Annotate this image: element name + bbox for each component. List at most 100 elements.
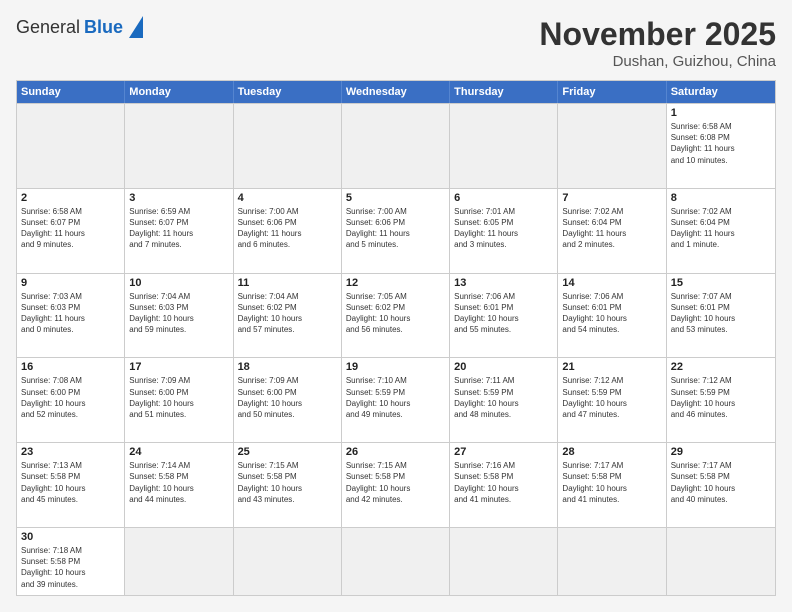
- day-number: 21: [562, 361, 661, 373]
- calendar-cell-5: 5 Sunrise: 7:00 AM Sunset: 6:06 PM Daylig…: [342, 189, 450, 273]
- day-number: 19: [346, 361, 445, 373]
- logo-triangle-icon: [129, 16, 143, 38]
- calendar-cell-14: 14 Sunrise: 7:06 AM Sunset: 6:01 PM Dayli…: [558, 274, 666, 358]
- calendar-cell-empty: [558, 104, 666, 188]
- weekday-header-thursday: Thursday: [450, 81, 558, 103]
- calendar-cell-22: 22Sunrise: 7:12 AM Sunset: 5:59 PM Dayli…: [667, 358, 775, 442]
- day-info: Sunrise: 7:06 AM Sunset: 6:01 PM Dayligh…: [454, 291, 553, 336]
- calendar-cell-empty: [234, 528, 342, 595]
- weekday-header-wednesday: Wednesday: [342, 81, 450, 103]
- calendar-cell-11: 11 Sunrise: 7:04 AM Sunset: 6:02 PM Dayli…: [234, 274, 342, 358]
- day-number: 5: [346, 192, 445, 204]
- day-number: 18: [238, 361, 337, 373]
- weekday-header-tuesday: Tuesday: [234, 81, 342, 103]
- calendar-week-5: 23 Sunrise: 7:13 AM Sunset: 5:58 PM Dayli…: [17, 442, 775, 527]
- calendar-cell-empty: [234, 104, 342, 188]
- weekday-header-friday: Friday: [558, 81, 666, 103]
- day-number: 2: [21, 192, 120, 204]
- calendar-week-1: 1Sunrise: 6:58 AM Sunset: 6:08 PM Daylig…: [17, 103, 775, 188]
- calendar-cell-empty: [17, 104, 125, 188]
- calendar-week-6: 30Sunrise: 7:18 AM Sunset: 5:58 PM Dayli…: [17, 527, 775, 595]
- calendar-cell-24: 24Sunrise: 7:14 AM Sunset: 5:58 PM Dayli…: [125, 443, 233, 527]
- day-info: Sunrise: 7:07 AM Sunset: 6:01 PM Dayligh…: [671, 291, 771, 336]
- day-number: 15: [671, 277, 771, 289]
- day-number: 10: [129, 277, 228, 289]
- day-number: 29: [671, 446, 771, 458]
- day-info: Sunrise: 7:04 AM Sunset: 6:03 PM Dayligh…: [129, 291, 228, 336]
- calendar-cell-empty: [450, 528, 558, 595]
- calendar-cell-13: 13 Sunrise: 7:06 AM Sunset: 6:01 PM Dayli…: [450, 274, 558, 358]
- day-info: Sunrise: 7:11 AM Sunset: 5:59 PM Dayligh…: [454, 375, 553, 420]
- day-number: 7: [562, 192, 661, 204]
- calendar-cell-21: 21Sunrise: 7:12 AM Sunset: 5:59 PM Dayli…: [558, 358, 666, 442]
- logo: General Blue: [16, 16, 143, 38]
- day-info: Sunrise: 7:06 AM Sunset: 6:01 PM Dayligh…: [562, 291, 661, 336]
- calendar-cell-29: 29Sunrise: 7:17 AM Sunset: 5:58 PM Dayli…: [667, 443, 775, 527]
- weekday-header-sunday: Sunday: [17, 81, 125, 103]
- day-number: 23: [21, 446, 120, 458]
- calendar-cell-20: 20 Sunrise: 7:11 AM Sunset: 5:59 PM Dayli…: [450, 358, 558, 442]
- day-info: Sunrise: 7:10 AM Sunset: 5:59 PM Dayligh…: [346, 375, 445, 420]
- calendar-cell-12: 12Sunrise: 7:05 AM Sunset: 6:02 PM Dayli…: [342, 274, 450, 358]
- day-number: 1: [671, 107, 771, 119]
- calendar-cell-25: 25 Sunrise: 7:15 AM Sunset: 5:58 PM Dayli…: [234, 443, 342, 527]
- calendar-cell-empty: [558, 528, 666, 595]
- calendar-cell-1: 1Sunrise: 6:58 AM Sunset: 6:08 PM Daylig…: [667, 104, 775, 188]
- calendar-cell-10: 10 Sunrise: 7:04 AM Sunset: 6:03 PM Dayli…: [125, 274, 233, 358]
- day-info: Sunrise: 7:02 AM Sunset: 6:04 PM Dayligh…: [671, 206, 771, 251]
- day-info: Sunrise: 7:05 AM Sunset: 6:02 PM Dayligh…: [346, 291, 445, 336]
- page: General Blue November 2025 Dushan, Guizh…: [0, 0, 792, 612]
- calendar-cell-18: 18 Sunrise: 7:09 AM Sunset: 6:00 PM Dayli…: [234, 358, 342, 442]
- calendar-cell-2: 2Sunrise: 6:58 AM Sunset: 6:07 PM Daylig…: [17, 189, 125, 273]
- day-number: 20: [454, 361, 553, 373]
- calendar-cell-3: 3Sunrise: 6:59 AM Sunset: 6:07 PM Daylig…: [125, 189, 233, 273]
- day-number: 4: [238, 192, 337, 204]
- day-info: Sunrise: 7:00 AM Sunset: 6:06 PM Dayligh…: [238, 206, 337, 251]
- calendar-cell-16: 16Sunrise: 7:08 AM Sunset: 6:00 PM Dayli…: [17, 358, 125, 442]
- day-info: Sunrise: 7:03 AM Sunset: 6:03 PM Dayligh…: [21, 291, 120, 336]
- day-info: Sunrise: 6:59 AM Sunset: 6:07 PM Dayligh…: [129, 206, 228, 251]
- day-number: 30: [21, 531, 120, 543]
- day-number: 13: [454, 277, 553, 289]
- day-info: Sunrise: 7:16 AM Sunset: 5:58 PM Dayligh…: [454, 460, 553, 505]
- day-number: 17: [129, 361, 228, 373]
- logo-area: General Blue: [16, 16, 143, 38]
- day-info: Sunrise: 7:09 AM Sunset: 6:00 PM Dayligh…: [238, 375, 337, 420]
- day-number: 28: [562, 446, 661, 458]
- day-info: Sunrise: 7:13 AM Sunset: 5:58 PM Dayligh…: [21, 460, 120, 505]
- day-info: Sunrise: 7:04 AM Sunset: 6:02 PM Dayligh…: [238, 291, 337, 336]
- location: Dushan, Guizhou, China: [539, 53, 776, 70]
- title-area: November 2025 Dushan, Guizhou, China: [539, 16, 776, 70]
- weekday-header-monday: Monday: [125, 81, 233, 103]
- day-info: Sunrise: 7:12 AM Sunset: 5:59 PM Dayligh…: [671, 375, 771, 420]
- calendar-cell-empty: [342, 528, 450, 595]
- calendar-cell-23: 23 Sunrise: 7:13 AM Sunset: 5:58 PM Dayli…: [17, 443, 125, 527]
- logo-general: General: [16, 17, 80, 38]
- calendar-cell-7: 7Sunrise: 7:02 AM Sunset: 6:04 PM Daylig…: [558, 189, 666, 273]
- calendar-week-2: 2Sunrise: 6:58 AM Sunset: 6:07 PM Daylig…: [17, 188, 775, 273]
- day-number: 14: [562, 277, 661, 289]
- logo-blue: Blue: [84, 17, 123, 38]
- calendar-cell-empty: [667, 528, 775, 595]
- day-info: Sunrise: 7:15 AM Sunset: 5:58 PM Dayligh…: [346, 460, 445, 505]
- day-number: 26: [346, 446, 445, 458]
- calendar-header: SundayMondayTuesdayWednesdayThursdayFrid…: [17, 81, 775, 103]
- header: General Blue November 2025 Dushan, Guizh…: [16, 16, 776, 70]
- day-info: Sunrise: 7:00 AM Sunset: 6:06 PM Dayligh…: [346, 206, 445, 251]
- calendar-cell-9: 9 Sunrise: 7:03 AM Sunset: 6:03 PM Daylig…: [17, 274, 125, 358]
- calendar-cell-26: 26 Sunrise: 7:15 AM Sunset: 5:58 PM Dayli…: [342, 443, 450, 527]
- day-number: 6: [454, 192, 553, 204]
- day-info: Sunrise: 7:17 AM Sunset: 5:58 PM Dayligh…: [562, 460, 661, 505]
- day-info: Sunrise: 7:01 AM Sunset: 6:05 PM Dayligh…: [454, 206, 553, 251]
- day-info: Sunrise: 7:09 AM Sunset: 6:00 PM Dayligh…: [129, 375, 228, 420]
- day-number: 25: [238, 446, 337, 458]
- calendar-cell-empty: [342, 104, 450, 188]
- calendar-cell-28: 28 Sunrise: 7:17 AM Sunset: 5:58 PM Dayli…: [558, 443, 666, 527]
- day-number: 9: [21, 277, 120, 289]
- day-info: Sunrise: 7:15 AM Sunset: 5:58 PM Dayligh…: [238, 460, 337, 505]
- calendar-cell-17: 17 Sunrise: 7:09 AM Sunset: 6:00 PM Dayli…: [125, 358, 233, 442]
- day-number: 11: [238, 277, 337, 289]
- calendar-cell-8: 8Sunrise: 7:02 AM Sunset: 6:04 PM Daylig…: [667, 189, 775, 273]
- month-title: November 2025: [539, 16, 776, 53]
- weekday-header-saturday: Saturday: [667, 81, 775, 103]
